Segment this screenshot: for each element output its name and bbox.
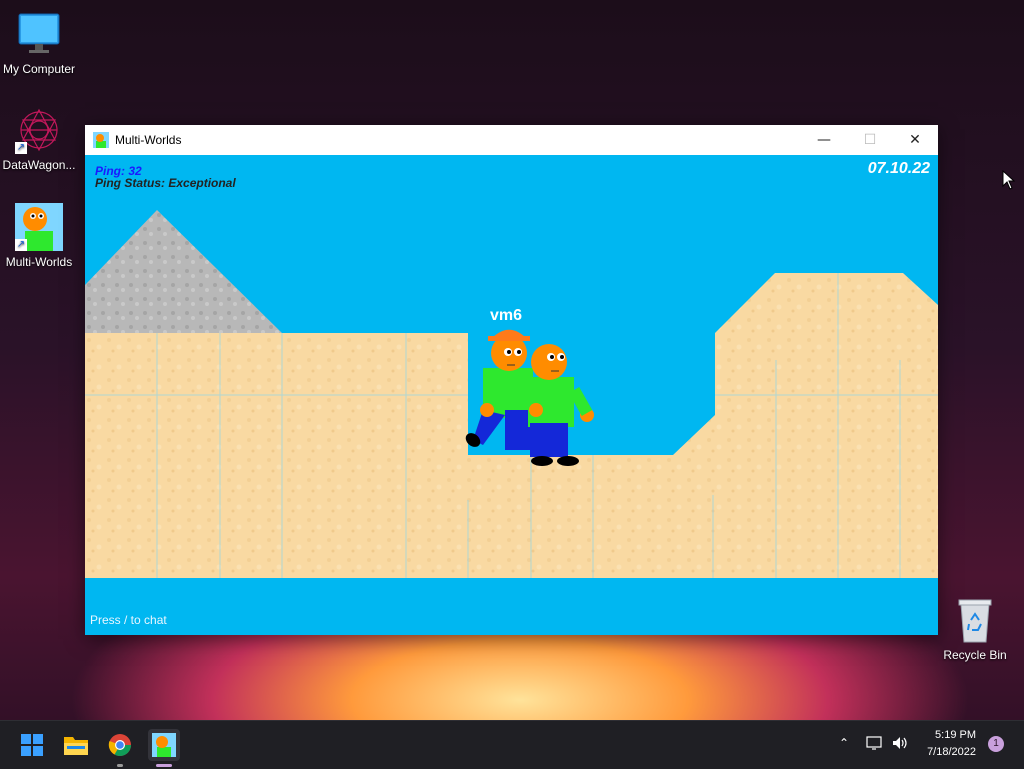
- taskbar: ⌃ 5:19 PM 7/18/2022: [0, 720, 1024, 769]
- chrome-icon: [108, 734, 131, 756]
- game-canvas[interactable]: Ping: 32 Ping Status: Exceptional 07.10.…: [85, 155, 938, 635]
- window-titlebar[interactable]: Multi-Worlds — ☐ ✕: [85, 125, 938, 155]
- monitor-icon: [15, 10, 63, 58]
- network-icon[interactable]: [866, 735, 884, 755]
- desktop-icon-label: Multi-Worlds: [5, 255, 73, 269]
- minimize-button[interactable]: —: [801, 125, 847, 155]
- multiworlds-taskbar-button[interactable]: [148, 729, 180, 767]
- datawagon-icon: ↗: [15, 106, 63, 154]
- maximize-button[interactable]: ☐: [847, 125, 893, 155]
- player-name-label: vm6: [490, 307, 523, 324]
- multiworlds-icon: ↗: [15, 203, 63, 251]
- multiworlds-icon: [93, 132, 109, 148]
- ping-status: Ping Status: Exceptional: [95, 176, 236, 190]
- chat-hint: Press / to chat: [90, 613, 167, 627]
- desktop-icon-datawagon[interactable]: ↗ DataWagon...: [1, 106, 77, 172]
- desktop-icon-label: DataWagon...: [2, 158, 76, 172]
- clock-date[interactable]: 7/18/2022: [912, 746, 976, 758]
- recycle-bin-icon: [951, 596, 999, 644]
- volume-icon[interactable]: [891, 735, 909, 755]
- start-icon: [21, 734, 43, 756]
- desktop-icon-my-computer[interactable]: My Computer: [1, 10, 77, 76]
- multiworlds-icon: [152, 733, 176, 757]
- file-explorer-button[interactable]: [60, 729, 92, 761]
- chrome-button[interactable]: [104, 729, 136, 767]
- game-date: 07.10.22: [867, 160, 930, 177]
- notification-badge[interactable]: 1: [988, 736, 1004, 752]
- rock-mountain: [85, 210, 282, 333]
- clock-time[interactable]: 5:19 PM: [912, 729, 976, 741]
- mouse-cursor-icon: [1002, 169, 1016, 194]
- player-2: [528, 344, 594, 466]
- shortcut-arrow-icon: ↗: [15, 142, 27, 154]
- running-indicator: [117, 764, 123, 767]
- desktop-icon-label: Recycle Bin: [943, 648, 1007, 662]
- desktop-icon-multiworlds[interactable]: ↗ Multi-Worlds: [1, 203, 77, 269]
- shortcut-arrow-icon: ↗: [15, 239, 27, 251]
- player-vm6: [465, 329, 533, 450]
- multiworlds-window: Multi-Worlds — ☐ ✕ Ping: 32 Ping Status:…: [85, 125, 938, 635]
- window-title: Multi-Worlds: [115, 133, 182, 147]
- desktop-icon-recycle-bin[interactable]: Recycle Bin: [937, 596, 1013, 662]
- close-button[interactable]: ✕: [892, 125, 938, 155]
- game-scene: [85, 210, 938, 578]
- start-button[interactable]: [16, 729, 48, 761]
- file-explorer-icon: [64, 737, 88, 755]
- show-hidden-icons-button[interactable]: ⌃: [839, 736, 849, 750]
- active-indicator: [156, 764, 172, 767]
- desktop-icon-label: My Computer: [2, 62, 76, 76]
